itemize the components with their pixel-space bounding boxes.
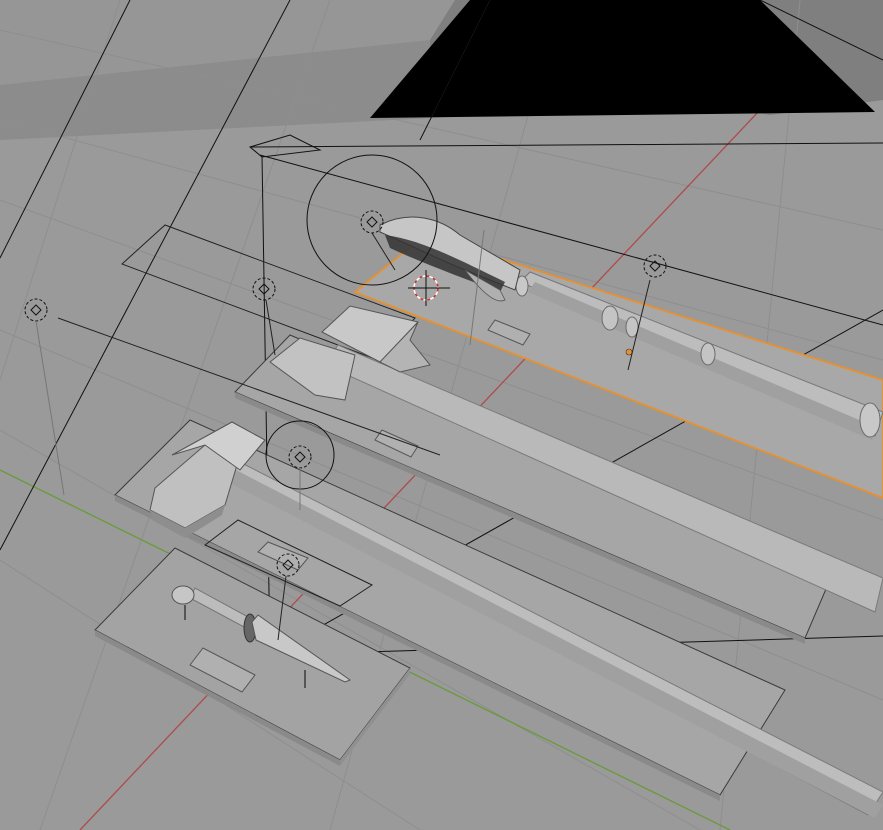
3d-viewport[interactable] (0, 0, 883, 830)
origin-dot-icon (625, 348, 633, 356)
